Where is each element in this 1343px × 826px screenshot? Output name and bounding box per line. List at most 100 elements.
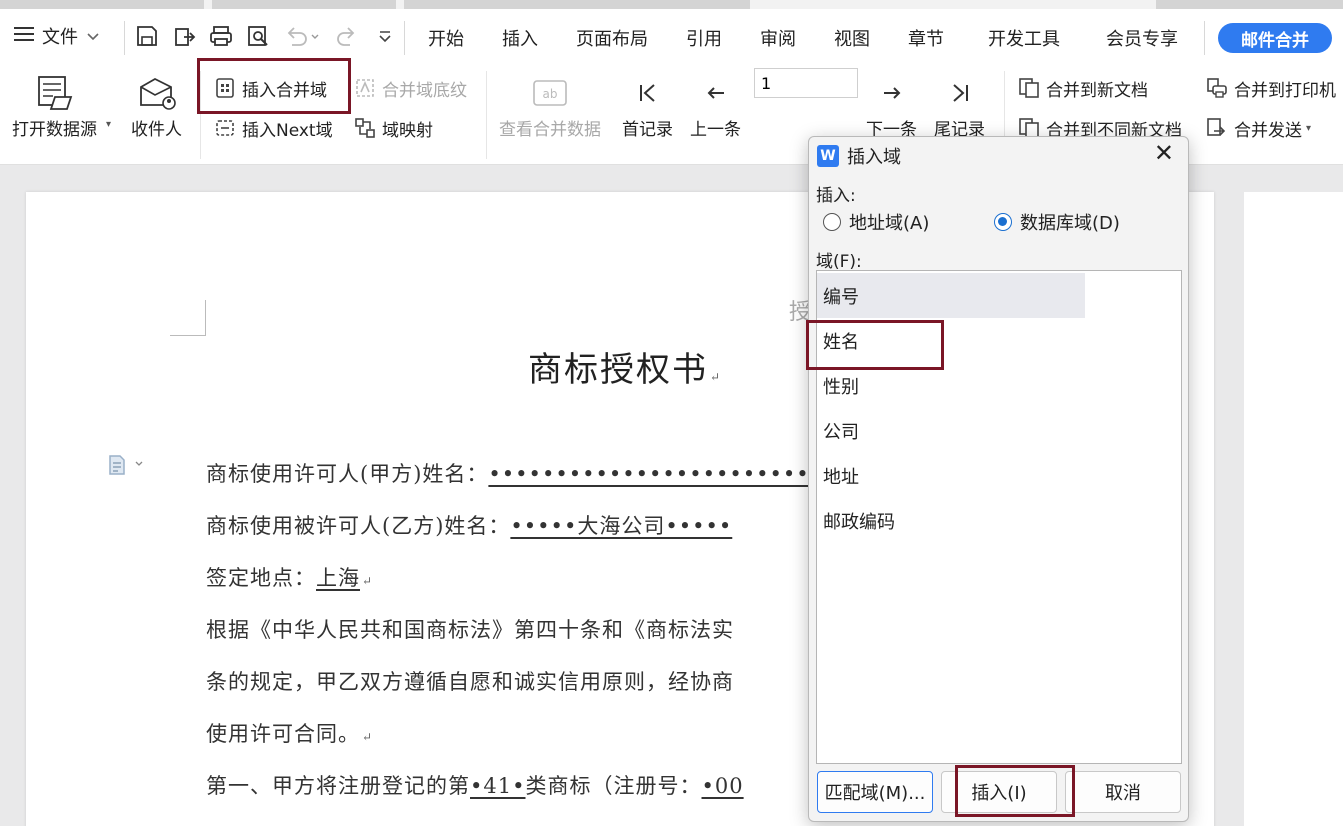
merge-field-value: •41•: [470, 774, 526, 798]
list-item[interactable]: 性别: [817, 363, 1085, 408]
print-icon[interactable]: [208, 23, 234, 49]
last-record-button[interactable]: 尾记录: [934, 71, 985, 140]
insert-label: 插入:: [816, 186, 856, 206]
radio-database-label: 数据库域(D): [1020, 213, 1120, 234]
field-list[interactable]: 编号 姓名 性别 公司 地址 邮政编码: [816, 270, 1182, 764]
tab-insert[interactable]: 插入: [502, 25, 538, 51]
insert-next-field-button[interactable]: 插入Next域: [212, 115, 333, 141]
doc-line-body-2[interactable]: 条的规定，甲乙双方遵循自愿和诚实信用原则，经协商: [206, 666, 734, 696]
doc-line-licensor[interactable]: 商标使用许可人(甲方)姓名：••••••••••••••••••••••••: [206, 458, 810, 488]
radio-database-field[interactable]: 数据库域(D): [994, 209, 1120, 235]
record-number-input[interactable]: [754, 68, 858, 98]
merge-to-new-doc-button[interactable]: 合并到新文档: [1016, 75, 1148, 101]
tab-member[interactable]: 会员专享: [1106, 25, 1178, 51]
open-datasource-label: 打开数据源: [12, 120, 97, 140]
line-text: 商标使用许可人(甲方)姓名：: [206, 462, 489, 486]
merge-field-value: 上海: [316, 566, 360, 590]
merge-to-printer-button[interactable]: 合并到打印机: [1204, 75, 1336, 101]
menu-bar: 文件 开始 插入 页面布局 引用 审阅 视图 章节 开发工具 会员专享 邮件合并: [0, 9, 1343, 65]
send-icon: [1204, 115, 1230, 141]
merge-field-shading-label: 合并域底纹: [382, 80, 467, 101]
new-doc-icon: [1016, 75, 1042, 101]
prev-record-button[interactable]: 上一条: [690, 71, 741, 140]
list-item[interactable]: 地址: [817, 453, 1085, 498]
list-item[interactable]: 编号: [817, 273, 1085, 318]
redo-icon[interactable]: [334, 23, 360, 49]
radio-address-field[interactable]: 地址域(A): [823, 209, 929, 235]
insert-next-field-label: 插入Next域: [242, 120, 333, 141]
recipients-button[interactable]: 收件人: [131, 71, 182, 140]
paragraph-mark: ↵: [362, 730, 374, 744]
export-icon[interactable]: [172, 23, 198, 49]
view-data-icon: ab: [532, 71, 568, 115]
merge-field-shading-button[interactable]: 合并域底纹: [352, 75, 467, 101]
tab-mail-merge[interactable]: 邮件合并: [1218, 23, 1332, 53]
datasource-icon: [35, 71, 75, 115]
merge-send-label: 合并发送: [1234, 120, 1302, 141]
document-title[interactable]: 商标授权书 ↵: [528, 342, 722, 391]
first-record-label: 首记录: [622, 120, 673, 140]
merge-to-printer-label: 合并到打印机: [1234, 80, 1336, 101]
line-text: 根据《中华人民共和国商标法》第四十条和《商标法实: [206, 618, 734, 642]
wps-logo-icon: W: [817, 145, 839, 167]
doc-line-body-1[interactable]: 根据《中华人民共和国商标法》第四十条和《商标法实: [206, 614, 734, 644]
save-icon[interactable]: [134, 23, 160, 49]
doc-line-clause-1[interactable]: 第一、甲方将注册登记的第•41•类商标（注册号：•00: [206, 770, 744, 800]
merge-send-button[interactable]: 合并发送 ▾: [1204, 115, 1311, 141]
tab-chapter[interactable]: 章节: [908, 25, 944, 51]
tab-references[interactable]: 引用: [686, 25, 722, 51]
line-text: 商标使用被许可人(乙方)姓名：: [206, 514, 511, 538]
insert-field-dialog: W 插入域 ✕ 插入: 地址域(A) 数据库域(D) 域(F): 编号 姓名 性…: [808, 136, 1189, 822]
paragraph-layout-icon[interactable]: [108, 454, 144, 480]
next-record-button[interactable]: 下一条: [866, 71, 917, 140]
doc-line-body-3[interactable]: 使用许可合同。 ↵: [206, 718, 373, 748]
title-strip: [0, 0, 1343, 9]
undo-icon[interactable]: [282, 23, 322, 49]
field-mapping-label: 域映射: [382, 120, 433, 141]
line-text: 使用许可合同。: [206, 722, 360, 746]
radio-unchecked-icon: [823, 213, 841, 231]
open-datasource-button[interactable]: 打开数据源: [12, 71, 97, 140]
dropdown-arrow-icon[interactable]: ▾: [106, 119, 111, 130]
list-item[interactable]: 公司: [817, 408, 1085, 453]
paragraph-mark: ↵: [362, 574, 374, 588]
first-record-button[interactable]: 首记录: [622, 71, 673, 140]
insert-button[interactable]: 插入(I): [941, 771, 1057, 813]
chevron-down-icon: [86, 26, 100, 47]
quick-access-more-icon[interactable]: [372, 23, 398, 49]
arrow-right-icon: [880, 71, 904, 115]
recipients-icon: [137, 71, 177, 115]
prev-record-label: 上一条: [690, 120, 741, 140]
tab-review[interactable]: 审阅: [760, 25, 796, 51]
print-preview-icon[interactable]: [245, 23, 271, 49]
match-fields-button[interactable]: 匹配域(M)...: [817, 771, 933, 813]
merge-field-value: ••••••••••••••••••••••••: [488, 462, 810, 486]
separator: [404, 21, 405, 55]
line-text: 签定地点：: [206, 566, 316, 590]
dropdown-arrow-icon: ▾: [1306, 122, 1312, 134]
file-menu[interactable]: 文件: [14, 23, 100, 49]
tab-strip-segment: [0, 0, 204, 9]
dialog-titlebar: W 插入域: [817, 143, 901, 169]
insert-merge-field-button[interactable]: 插入合并域: [212, 75, 327, 101]
file-menu-label: 文件: [42, 27, 78, 48]
first-record-icon: [636, 71, 660, 115]
tab-developer[interactable]: 开发工具: [988, 25, 1060, 51]
paragraph-mark: ↵: [710, 370, 723, 384]
tab-home[interactable]: 开始: [428, 25, 464, 51]
cancel-button[interactable]: 取消: [1065, 771, 1181, 813]
next-field-icon: [212, 115, 238, 141]
field-mapping-button[interactable]: 域映射: [352, 115, 433, 141]
doc-line-licensee[interactable]: 商标使用被许可人(乙方)姓名：•••••大海公司•••••: [206, 510, 732, 540]
close-icon[interactable]: ✕: [1154, 141, 1174, 165]
tab-view[interactable]: 视图: [834, 25, 870, 51]
separator: [200, 71, 201, 159]
tab-page-layout[interactable]: 页面布局: [576, 25, 648, 51]
merge-field-value: •••••大海公司•••••: [510, 514, 733, 538]
doc-line-location[interactable]: 签定地点：上海 ↵: [206, 562, 373, 592]
last-record-icon: [948, 71, 972, 115]
list-item[interactable]: 姓名: [817, 318, 1085, 363]
view-merged-data-button[interactable]: ab 查看合并数据: [499, 71, 601, 140]
list-item[interactable]: 邮政编码: [817, 498, 1085, 543]
line-text: 第一、甲方将注册登记的第: [206, 774, 470, 798]
